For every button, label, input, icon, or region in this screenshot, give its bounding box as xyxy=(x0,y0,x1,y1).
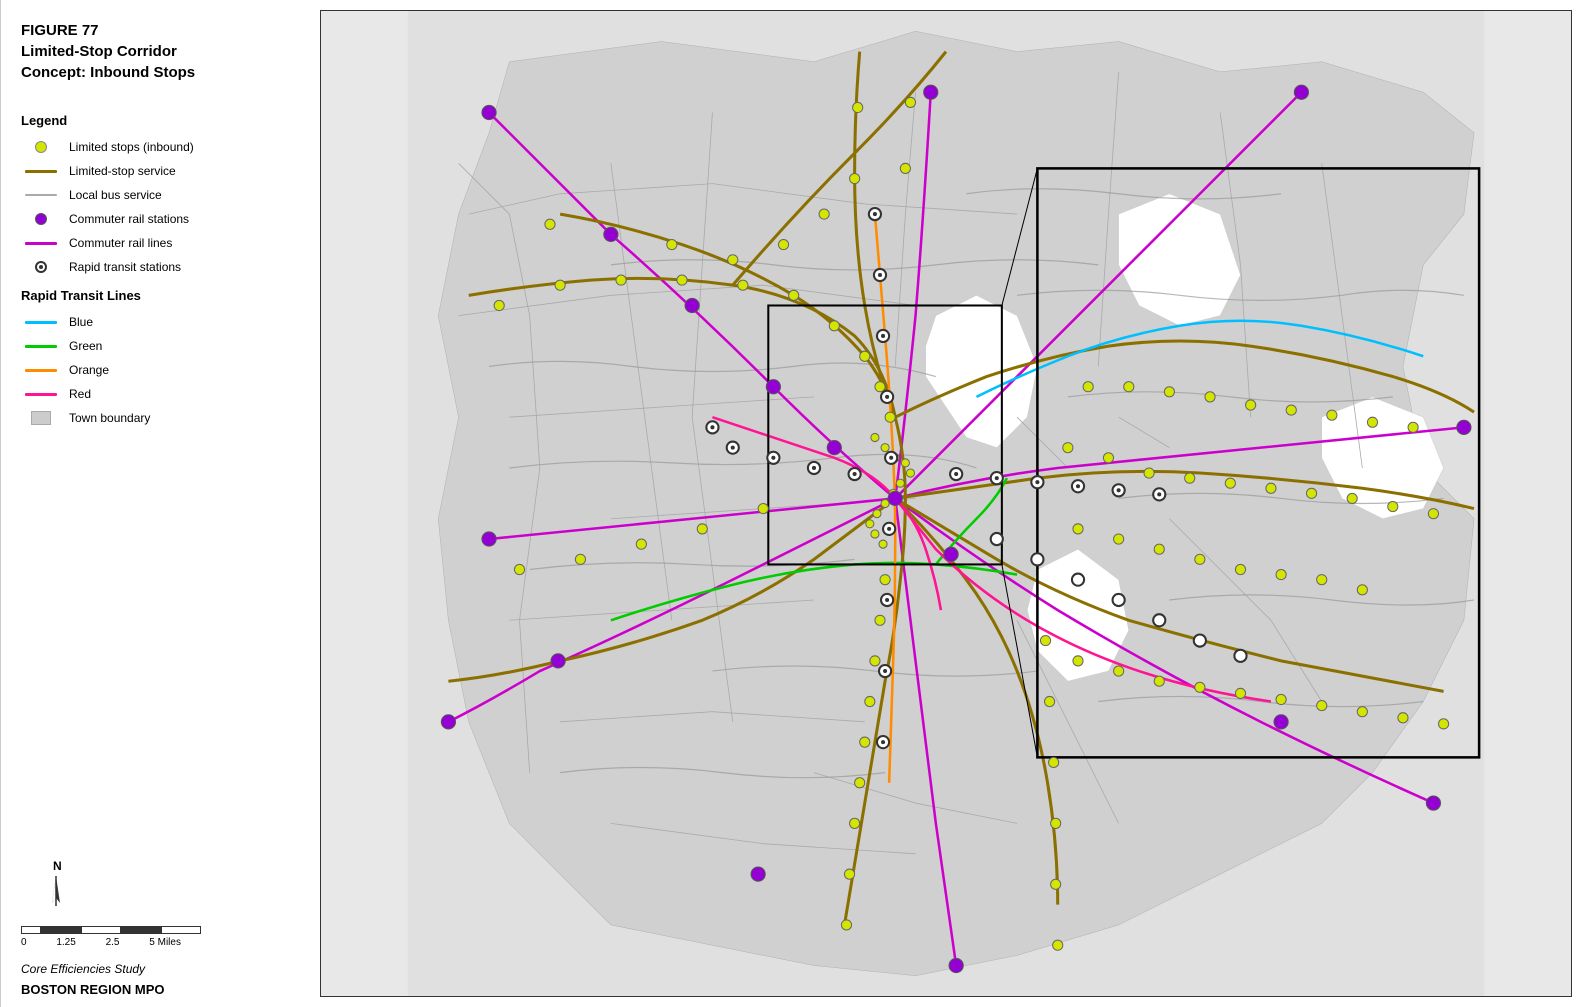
scale-segment-4 xyxy=(161,926,201,934)
north-arrow-section: N 0 1.25 2.5 5 Miles xyxy=(21,838,290,948)
legend-label-limited-stops: Limited stops (inbound) xyxy=(69,140,194,154)
legend-symbol-rapid-transit-stations xyxy=(21,261,61,273)
legend-symbol-blue xyxy=(21,321,61,324)
scale-bar-graphic xyxy=(21,926,201,934)
legend-item-local-bus: Local bus service xyxy=(21,188,290,202)
legend-label-red: Red xyxy=(69,387,91,401)
red-line-icon xyxy=(25,393,57,396)
scale-segment-3 xyxy=(121,926,161,934)
scale-label-5: 5 Miles xyxy=(149,937,181,948)
legend-item-limited-stops: Limited stops (inbound) xyxy=(21,140,290,154)
scale-label-125: 1.25 xyxy=(56,937,75,948)
scale-label-0: 0 xyxy=(21,937,27,948)
legend-item-orange: Orange xyxy=(21,363,290,377)
legend-item-commuter-rail-stations: Commuter rail stations xyxy=(21,212,290,226)
green-line-icon xyxy=(25,345,57,348)
commuter-rail-lines-icon xyxy=(25,242,57,245)
legend-symbol-green xyxy=(21,345,61,348)
town-boundary-icon xyxy=(31,411,51,425)
legend-symbol-limited-stop-service xyxy=(21,170,61,173)
legend-label-limited-stop-service: Limited-stop service xyxy=(69,164,176,178)
rapid-transit-stations-icon xyxy=(35,261,47,273)
legend: Legend Limited stops (inbound) Limited-s… xyxy=(21,113,290,435)
legend-label-rapid-transit-stations: Rapid transit stations xyxy=(69,260,181,274)
legend-item-commuter-rail-lines: Commuter rail lines xyxy=(21,236,290,250)
map-svg xyxy=(321,11,1571,996)
map-container xyxy=(320,10,1572,997)
legend-label-commuter-rail-lines: Commuter rail lines xyxy=(69,236,172,250)
legend-item-blue: Blue xyxy=(21,315,290,329)
footer-study: Core Efficiencies Study xyxy=(21,962,290,976)
rapid-transit-section: Rapid Transit Lines Blue Green Orange xyxy=(21,288,290,425)
blue-line-icon xyxy=(25,321,57,324)
rapid-transit-title: Rapid Transit Lines xyxy=(21,288,290,303)
legend-title: Legend xyxy=(21,113,290,128)
scale-segment-1 xyxy=(41,926,81,934)
legend-label-local-bus: Local bus service xyxy=(69,188,162,202)
scale-label-25: 2.5 xyxy=(106,937,120,948)
orange-line-icon xyxy=(25,369,57,372)
figure-number: FIGURE 77 Limited-Stop Corridor Concept:… xyxy=(21,20,290,83)
legend-item-limited-stop-service: Limited-stop service xyxy=(21,164,290,178)
legend-item-green: Green xyxy=(21,339,290,353)
scale-segment-2 xyxy=(81,926,121,934)
sidebar: FIGURE 77 Limited-Stop Corridor Concept:… xyxy=(0,0,310,1007)
scale-bar: 0 1.25 2.5 5 Miles xyxy=(21,926,201,948)
limited-stops-icon xyxy=(35,141,47,153)
legend-label-green: Green xyxy=(69,339,102,353)
scale-labels: 0 1.25 2.5 5 Miles xyxy=(21,937,181,948)
legend-item-rapid-transit-stations: Rapid transit stations xyxy=(21,260,290,274)
north-arrow-svg: N xyxy=(31,858,81,918)
legend-symbol-commuter-rail-stations xyxy=(21,213,61,225)
legend-symbol-town-boundary xyxy=(21,411,61,425)
legend-symbol-commuter-rail-lines xyxy=(21,242,61,245)
local-bus-icon xyxy=(25,194,57,196)
footer-org: BOSTON REGION MPO xyxy=(21,982,290,997)
legend-symbol-orange xyxy=(21,369,61,372)
legend-symbol-limited-stops xyxy=(21,141,61,153)
scale-segment-0 xyxy=(21,926,41,934)
legend-item-red: Red xyxy=(21,387,290,401)
legend-symbol-local-bus xyxy=(21,194,61,196)
commuter-rail-stations-icon xyxy=(35,213,47,225)
legend-label-blue: Blue xyxy=(69,315,93,329)
legend-item-town-boundary: Town boundary xyxy=(21,411,290,425)
legend-label-town-boundary: Town boundary xyxy=(69,411,150,425)
limited-stop-service-icon xyxy=(25,170,57,173)
legend-label-orange: Orange xyxy=(69,363,109,377)
legend-label-commuter-rail-stations: Commuter rail stations xyxy=(69,212,189,226)
svg-text:N: N xyxy=(53,859,62,873)
legend-symbol-red xyxy=(21,393,61,396)
